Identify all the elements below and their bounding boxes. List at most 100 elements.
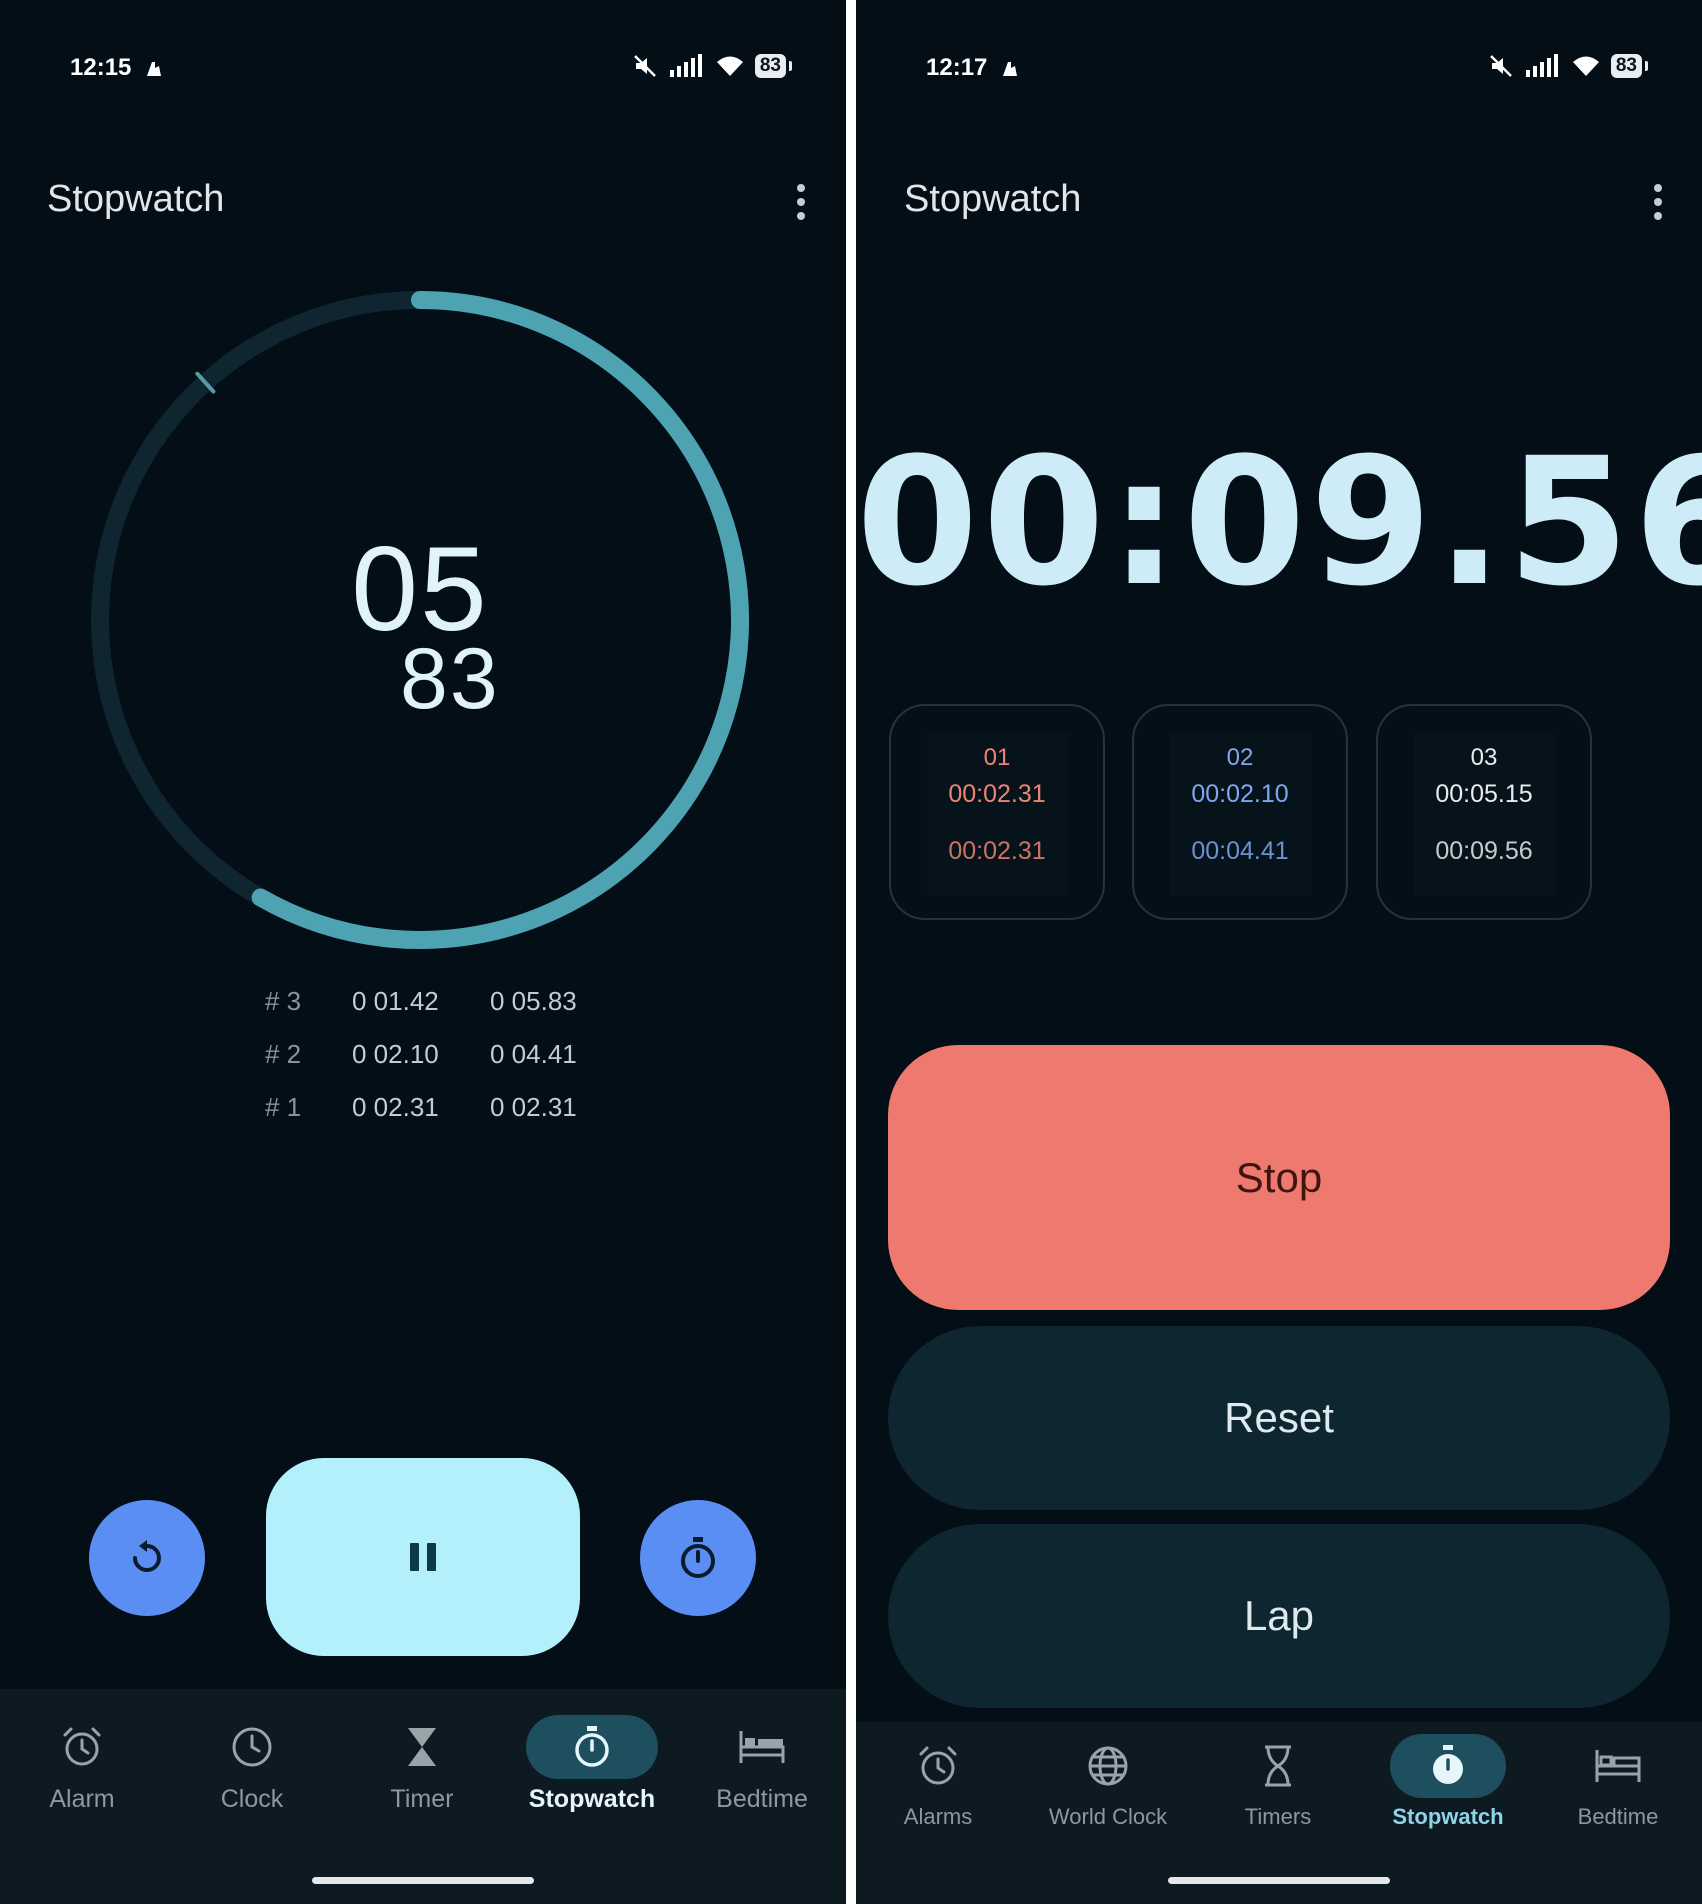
nav-label: Stopwatch <box>528 1785 656 1813</box>
lap-total: 00:04.41 <box>1191 837 1289 865</box>
mute-icon <box>633 55 656 77</box>
nav-bedtime[interactable]: Bedtime <box>677 1715 846 1814</box>
nav-alarm[interactable]: Alarm <box>0 1715 167 1814</box>
lap-time: 00:02.31 <box>948 780 1046 808</box>
lap-row: # 3 0 01.42 0 05.83 <box>255 986 615 1039</box>
nav-label: Timer <box>390 1785 454 1813</box>
lap-card: 03 00:05.15 00:09.56 <box>1376 704 1592 920</box>
stopwatch-icon <box>1433 1745 1463 1784</box>
nav-clock[interactable]: Clock <box>167 1715 337 1814</box>
page-title: Stopwatch <box>904 178 1082 220</box>
nav-icon-container <box>1212 1734 1344 1798</box>
lap-total: 0 02.31 <box>490 1092 577 1122</box>
stop-button[interactable]: Stop <box>888 1045 1670 1310</box>
lap-time: 00:05.15 <box>1435 780 1533 808</box>
stopwatch-screen-digital: 12:17 83 Stopwatch 00:09.56 01 00:02.31 … <box>856 0 1702 1904</box>
lap-total: 0 04.41 <box>490 1039 577 1069</box>
stopwatch-icon <box>575 1726 609 1767</box>
more-options-icon[interactable] <box>1653 184 1663 220</box>
nav-label: Bedtime <box>716 1785 808 1813</box>
nav-label: World Clock <box>1048 1804 1168 1829</box>
nav-label: Alarms <box>903 1804 973 1829</box>
lap-total: 00:09.56 <box>1435 837 1533 865</box>
status-time: 12:15 <box>70 54 132 81</box>
clock-icon <box>232 1727 272 1767</box>
nav-bedtime[interactable]: Bedtime <box>1533 1734 1702 1830</box>
lap-number: # 2 <box>265 1039 302 1069</box>
wifi-icon <box>1572 56 1599 76</box>
signal-icon <box>669 54 702 77</box>
nav-label: Timers <box>1244 1804 1312 1829</box>
nav-world-clock[interactable]: World Clock <box>1023 1734 1193 1830</box>
bottom-navigation: Alarm Clock Timer Stopwatch Bedtime <box>0 1689 846 1904</box>
nav-label: Stopwatch <box>1392 1804 1504 1829</box>
stopwatch-dial: 05 83 <box>90 290 750 950</box>
alarm-icon <box>63 1727 101 1766</box>
nav-label: Bedtime <box>1577 1804 1659 1829</box>
notification-icon <box>1003 62 1017 76</box>
bed-icon <box>1595 1750 1641 1782</box>
nav-alarms[interactable]: Alarms <box>856 1734 1023 1830</box>
laps-list: # 3 0 01.42 0 05.83 # 2 0 02.10 0 04.41 … <box>255 986 615 1145</box>
nav-label: Clock <box>220 1785 284 1813</box>
nav-icon-container <box>356 1715 488 1779</box>
alarm-icon <box>919 1746 957 1785</box>
nav-icon-container <box>696 1715 828 1779</box>
nav-timers[interactable]: Timers <box>1193 1734 1363 1830</box>
nav-label: Alarm <box>49 1785 115 1813</box>
battery-indicator: 83 <box>754 54 793 78</box>
globe-icon <box>1088 1746 1128 1786</box>
nav-icon-container <box>186 1715 318 1779</box>
more-options-icon[interactable] <box>796 184 806 220</box>
status-icons: 83 <box>633 54 793 78</box>
nav-icon-container <box>1042 1734 1174 1798</box>
stopwatch-icon <box>681 1537 715 1578</box>
lap-time: 00:02.10 <box>1191 780 1289 808</box>
lap-total: 0 05.83 <box>490 986 577 1016</box>
nav-icon-container <box>1390 1734 1506 1798</box>
hourglass-icon <box>408 1728 436 1766</box>
nav-icon-container <box>526 1715 658 1779</box>
lap-number: # 1 <box>265 1092 302 1122</box>
lap-total: 00:02.31 <box>948 837 1046 865</box>
nav-timer[interactable]: Timer <box>337 1715 507 1814</box>
pause-icon <box>410 1543 436 1571</box>
lap-button[interactable] <box>640 1500 756 1616</box>
lap-row: # 2 0 02.10 0 04.41 <box>255 1039 615 1092</box>
status-bar: 12:15 83 <box>70 50 793 90</box>
pause-button[interactable] <box>266 1458 580 1656</box>
battery-indicator: 83 <box>1610 54 1649 78</box>
lap-time: 0 02.31 <box>352 1092 439 1122</box>
status-bar: 12:17 83 <box>926 50 1649 90</box>
wifi-icon <box>716 56 743 76</box>
lap-time: 0 02.10 <box>352 1039 439 1069</box>
lap-number: # 3 <box>265 986 302 1016</box>
nav-icon-container <box>16 1715 148 1779</box>
hourglass-icon <box>1265 1745 1291 1787</box>
home-indicator[interactable] <box>1168 1877 1390 1884</box>
bottom-navigation: Alarms World Clock Timers Stopwatch Bedt… <box>856 1722 1702 1904</box>
reset-button[interactable] <box>89 1500 205 1616</box>
mute-icon <box>1489 55 1512 77</box>
nav-icon-container <box>1552 1734 1684 1798</box>
dial-digits: 05 83 <box>90 290 750 950</box>
lap-time: 0 01.42 <box>352 986 439 1016</box>
lap-number: 02 <box>1226 744 1254 771</box>
home-indicator[interactable] <box>312 1877 534 1884</box>
nav-stopwatch[interactable]: Stopwatch <box>507 1715 677 1814</box>
reset-button[interactable]: Reset <box>888 1326 1670 1510</box>
lap-row: # 1 0 02.31 0 02.31 <box>255 1092 615 1145</box>
elapsed-centiseconds: 83 <box>400 631 500 727</box>
nav-stopwatch[interactable]: Stopwatch <box>1363 1734 1533 1830</box>
nav-icon-container <box>872 1734 1004 1798</box>
stopwatch-screen-dial: 12:15 83 Stopwatch 05 83 # 3 0 01.42 0 0… <box>0 0 846 1904</box>
reset-icon <box>133 1540 161 1572</box>
signal-icon <box>1525 54 1558 77</box>
lap-button[interactable]: Lap <box>888 1524 1670 1708</box>
page-title: Stopwatch <box>47 178 225 220</box>
lap-card: 02 00:02.10 00:04.41 <box>1132 704 1348 920</box>
bed-icon <box>739 1731 785 1763</box>
status-icons: 83 <box>1489 54 1649 78</box>
status-time: 12:17 <box>926 54 988 81</box>
lap-number: 01 <box>983 744 1011 771</box>
